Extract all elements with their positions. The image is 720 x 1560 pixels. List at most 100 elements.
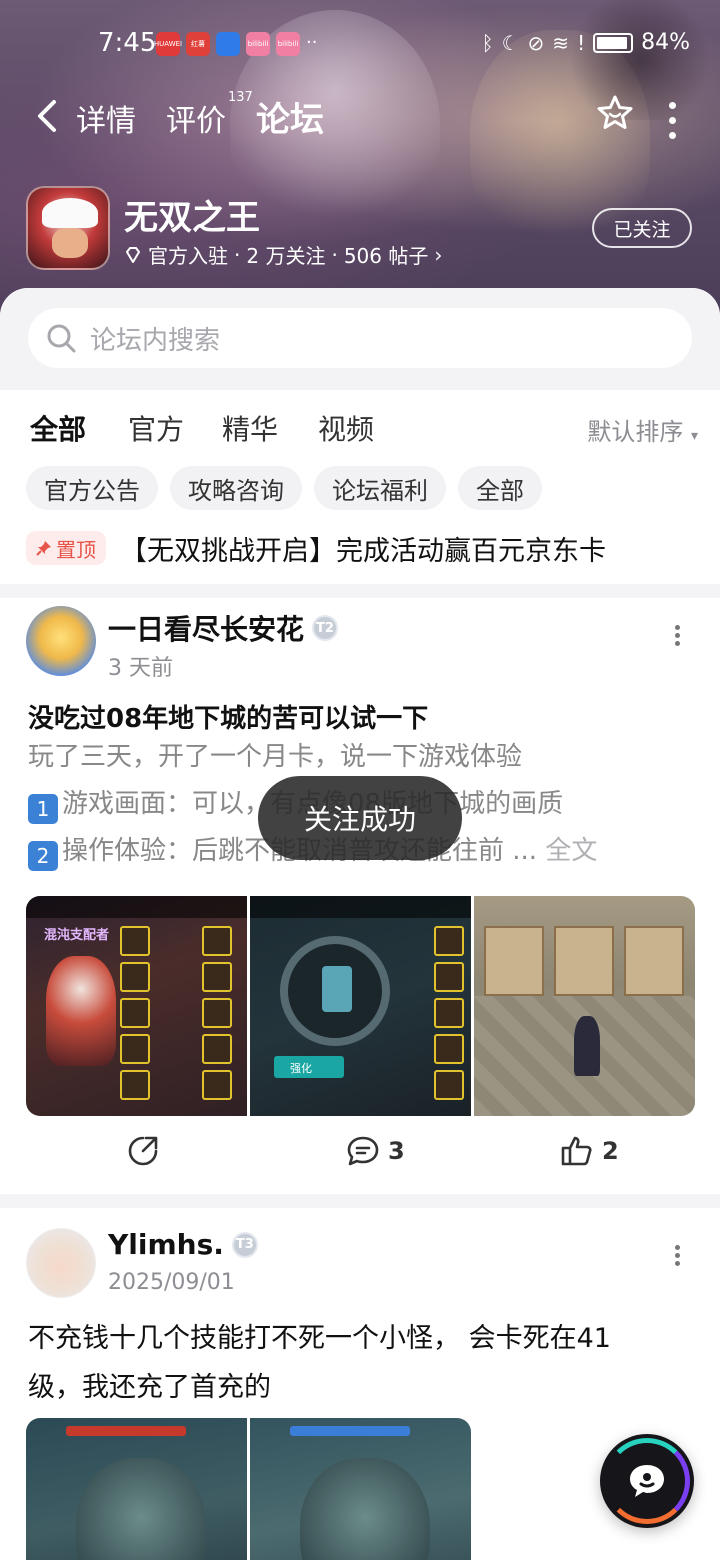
search-input[interactable]: 论坛内搜索 [28, 308, 692, 368]
category-chips: 官方公告 攻略咨询 论坛福利 全部 [26, 466, 542, 510]
forum-content: 论坛内搜索 全部 官方 精华 视频 默认排序 ▾ 官方公告 攻略咨询 论坛福利 … [0, 288, 720, 1560]
top-nav: 详情 评价 137 论坛 [0, 88, 720, 144]
post-text: 不充钱十几个技能打不死一个小怪， 会卡死在41 级，我还充了首充的 [28, 1314, 692, 1412]
post-image[interactable] [26, 1418, 247, 1560]
chip-guides[interactable]: 攻略咨询 [170, 466, 302, 510]
shield-app-icon [216, 32, 240, 56]
followers-count: 2 万关注 [246, 244, 326, 268]
avatar[interactable] [26, 606, 96, 676]
level-badge: T2 [312, 615, 339, 641]
post-actions: 3 2 [0, 1134, 720, 1184]
share-icon [128, 1136, 158, 1166]
battery-percent: 84% [641, 30, 690, 55]
tab-video[interactable]: 视频 [318, 408, 374, 448]
status-bar: 7:45 HUAWEI 红薯 bilibili bilibili ·· ᛒ ☾ … [0, 26, 720, 66]
comment-count: 3 [388, 1137, 405, 1165]
tab-forum-label: 论坛 [256, 100, 324, 140]
mute-icon: ⊘ [527, 30, 545, 55]
tab-details[interactable]: 详情 [76, 96, 136, 140]
pinned-badge: 置顶 [26, 531, 106, 565]
app-notification-icon: 红薯 [186, 32, 210, 56]
image-caption: 混沌支配者 [44, 928, 110, 943]
bilibili-icon: bilibili [276, 32, 300, 56]
game-header-banner: 7:45 HUAWEI 红薯 bilibili bilibili ·· ᛒ ☾ … [0, 0, 720, 320]
like-count: 2 [602, 1137, 619, 1165]
chat-fab-button[interactable] [600, 1434, 694, 1528]
chip-welfare[interactable]: 论坛福利 [314, 466, 446, 510]
more-vertical-icon[interactable] [672, 622, 682, 652]
moon-icon: ☾ [501, 30, 520, 55]
image-caption: 强化 [290, 1062, 312, 1075]
search-area: 论坛内搜索 [0, 288, 720, 390]
post-images [26, 1418, 471, 1560]
pin-icon [36, 541, 51, 556]
more-vertical-icon[interactable] [664, 98, 680, 139]
game-app-icon [26, 186, 110, 270]
star-icon[interactable] [596, 94, 634, 132]
tab-all-label: 全部 [30, 413, 87, 446]
chip-all[interactable]: 全部 [458, 466, 542, 510]
comment-button[interactable]: 3 [346, 1134, 405, 1168]
comment-icon [347, 1136, 379, 1166]
filter-tabs: 全部 官方 精华 视频 默认排序 ▾ [0, 400, 720, 460]
full-text-link[interactable]: 全文 [545, 836, 597, 866]
post-time: 3 天前 [108, 656, 173, 681]
notification-icons: HUAWEI 红薯 bilibili bilibili ·· [154, 32, 318, 56]
section-divider [0, 1194, 720, 1208]
chip-announcements[interactable]: 官方公告 [26, 466, 158, 510]
meta-separator: · [234, 242, 241, 267]
search-placeholder: 论坛内搜索 [90, 325, 221, 356]
author-name[interactable]: 一日看尽长安花 T2 [108, 608, 339, 648]
meta-separator: · [331, 242, 338, 267]
post-body-line: 玩了三天，开了一个月卡，说一下游戏体验 [28, 742, 523, 772]
post-images: 混沌支配者 强化 [26, 896, 695, 1116]
tab-featured[interactable]: 精华 [222, 408, 278, 448]
more-notifications-icon: ·· [306, 32, 318, 53]
tab-all[interactable]: 全部 [30, 408, 87, 450]
keycap-two-icon: 2 [28, 841, 58, 871]
keycap-one-icon: 1 [28, 794, 58, 824]
post-text-line: 不充钱十几个技能打不死一个小怪， 会卡死在41 [28, 1323, 611, 1354]
like-button[interactable]: 2 [560, 1134, 619, 1168]
author-name[interactable]: Ylimhs. T3 [108, 1228, 258, 1261]
game-title: 无双之王 [124, 198, 260, 238]
back-arrow-icon[interactable] [32, 96, 62, 136]
section-divider [0, 584, 720, 598]
pinned-title: 【无双挑战开启】完成活动赢百元京东卡 [120, 535, 606, 567]
post-image[interactable] [474, 896, 695, 1116]
post-text-line: 级，我还充了首充的 [28, 1372, 271, 1403]
share-button[interactable] [126, 1134, 160, 1168]
author-name-text: 一日看尽长安花 [108, 613, 305, 646]
bluetooth-icon: ᛒ [481, 30, 494, 55]
game-meta[interactable]: 官方入驻 · 2 万关注 · 506 帖子 › [124, 240, 442, 269]
post-image[interactable]: 强化 [250, 896, 471, 1116]
chat-bubble-icon [630, 1465, 664, 1497]
sort-label: 默认排序 [587, 418, 684, 446]
follow-button[interactable]: 已关注 [592, 208, 692, 248]
battery-icon [593, 32, 634, 53]
post-image[interactable]: 混沌支配者 [26, 896, 247, 1116]
tab-forum[interactable]: 论坛 [256, 92, 330, 141]
wifi-icon: ≋ [552, 30, 570, 55]
tab-official[interactable]: 官方 [128, 408, 184, 448]
bilibili-icon: bilibili [246, 32, 270, 56]
author-name-text: Ylimhs. [108, 1228, 224, 1261]
pinned-badge-label: 置顶 [56, 537, 96, 562]
pinned-post[interactable]: 置顶 【无双挑战开启】完成活动赢百元京东卡 [26, 528, 696, 568]
search-icon [47, 324, 76, 353]
post-image[interactable] [250, 1418, 471, 1560]
alert-icon: ! [577, 30, 586, 55]
status-right: ᛒ ☾ ⊘ ≋ ! 84% [482, 30, 690, 55]
post-title: 没吃过08年地下城的苦可以试一下 [28, 704, 429, 734]
app-notification-icon: HUAWEI [154, 32, 182, 56]
more-vertical-icon[interactable] [672, 1242, 682, 1272]
status-time: 7:45 [98, 28, 157, 58]
post-time: 2025/09/01 [108, 1270, 235, 1295]
posts-count: 506 帖子 [343, 244, 429, 268]
chevron-right-icon: › [434, 242, 443, 267]
sort-dropdown[interactable]: 默认排序 ▾ [587, 412, 698, 447]
level-badge: T3 [231, 1231, 258, 1258]
tab-reviews[interactable]: 评价 [166, 96, 226, 140]
toast-message: 关注成功 [258, 776, 462, 860]
avatar[interactable] [26, 1228, 96, 1298]
